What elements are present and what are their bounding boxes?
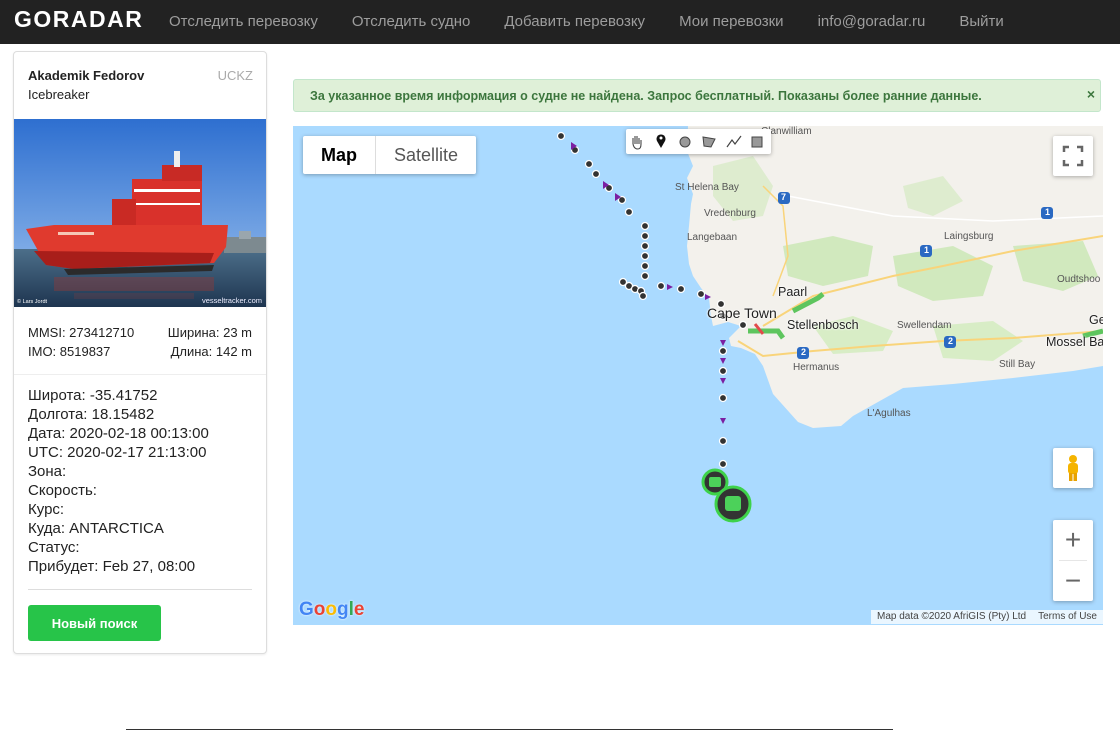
polygon-icon[interactable] — [702, 136, 716, 148]
zoom-out-button[interactable]: − — [1053, 561, 1093, 601]
eta: Прибудет: Feb 27, 08:00 — [28, 558, 196, 575]
label-oudtshoorn: Oudtshoo — [1057, 274, 1101, 285]
map-type-control: Map Satellite — [303, 136, 477, 174]
label-laingsburg: Laingsburg — [944, 231, 994, 242]
date-local: Дата: 2020-02-18 00:13:00 — [28, 425, 209, 442]
photo-source: vesseltracker.com — [201, 296, 262, 305]
date-utc: UTC: 2020-02-17 21:13:00 — [28, 444, 207, 461]
street-view-pegman[interactable] — [1053, 448, 1093, 488]
label-langebaan: Langebaan — [687, 232, 738, 243]
fullscreen-icon — [1062, 145, 1084, 167]
circle-icon[interactable] — [679, 136, 691, 148]
map-canvas — [556, 126, 1103, 523]
label-paarl: Paarl — [778, 285, 808, 299]
vessel-card: Akademik Fedorov UCKZ Icebreaker © Lars … — [13, 51, 267, 654]
label-hermanus: Hermanus — [793, 362, 840, 373]
map-type-map-button[interactable]: Map — [303, 136, 375, 174]
nav-track-shipment[interactable]: Отследить перевозку — [152, 0, 335, 44]
drawing-toolbar — [626, 129, 771, 154]
label-st-helena-bay: St Helena Bay — [675, 182, 739, 193]
nav-my-shipments[interactable]: Мои перевозки — [662, 0, 801, 44]
longitude: Долгота: 18.15482 — [28, 406, 155, 423]
label-vredenburg: Vredenburg — [704, 208, 756, 219]
mmsi-value: MMSI: 273412710 — [28, 325, 135, 340]
divider — [28, 589, 252, 590]
map-attribution: Map data ©2020 AfriGIS (Pty) Ltd Terms o… — [870, 610, 1103, 624]
destination: Куда: ANTARCTICA — [28, 520, 164, 537]
length-value: Длина: 142 m — [170, 344, 252, 359]
latitude: Широта: -35.41752 — [28, 387, 158, 404]
vessel-name: Akademik Fedorov — [28, 68, 145, 83]
label-cape-town: Cape Town — [707, 305, 777, 321]
imo-value: IMO: 8519837 — [28, 344, 111, 359]
top-navbar: GORADAR Отследить перевозку Отследить су… — [0, 0, 1120, 44]
vessel-callsign: UCKZ — [217, 68, 253, 83]
width-value: Ширина: 23 m — [167, 325, 252, 340]
map-data-credit: Map data ©2020 AfriGIS (Pty) Ltd — [876, 611, 1027, 622]
label-still-bay: Still Bay — [999, 359, 1036, 370]
map-type-satellite-button[interactable]: Satellite — [375, 136, 476, 174]
divider — [14, 374, 266, 375]
hand-icon[interactable] — [632, 136, 642, 150]
goradar-logo[interactable]: GORADAR — [14, 6, 143, 33]
label-george: Ge — [1089, 313, 1103, 327]
photo-credit: © Lars Jordt — [17, 299, 48, 305]
google-logo[interactable]: Google — [299, 599, 364, 621]
route-2-marker: 2 — [948, 336, 954, 346]
route-1-marker: 1 — [924, 245, 930, 255]
pegman-icon — [1068, 455, 1078, 481]
map-view[interactable]: Clanwilliam St Helena Bay Vredenburg Lan… — [293, 126, 1103, 625]
position-info: Широта: -35.41752 Долгота: 18.15482 Дата… — [28, 386, 209, 576]
label-stellenbosch: Stellenbosch — [787, 318, 859, 332]
new-search-button[interactable]: Новый поиск — [28, 605, 161, 641]
nav-logout[interactable]: Выйти — [942, 0, 1020, 44]
polyline-icon[interactable] — [726, 135, 742, 148]
fullscreen-button[interactable] — [1053, 136, 1093, 176]
rectangle-icon[interactable] — [751, 136, 763, 148]
zoom-control: + − — [1053, 520, 1093, 601]
terms-of-use-link[interactable]: Terms of Use — [1032, 610, 1103, 624]
nav-account-email[interactable]: info@goradar.ru — [801, 0, 943, 44]
nav-track-vessel[interactable]: Отследить судно — [335, 0, 488, 44]
nav-add-shipment[interactable]: Добавить перевозку — [487, 0, 662, 44]
alert-text: За указанное время информация о судне не… — [310, 89, 982, 103]
course: Курс: — [28, 501, 65, 518]
route-1-marker: 1 — [1045, 207, 1051, 217]
route-2-marker: 2 — [801, 347, 807, 357]
vessel-specs: MMSI: 273412710 Ширина: 23 m IMO: 851983… — [28, 323, 252, 361]
zone: Зона: — [28, 463, 67, 480]
route-7-marker: 7 — [781, 192, 787, 202]
label-mossel-bay: Mossel Ba — [1046, 335, 1103, 349]
marker-icon[interactable] — [656, 134, 666, 148]
close-icon[interactable]: × — [1087, 86, 1095, 102]
speed: Скорость: — [28, 482, 97, 499]
label-l-agulhas: L'Agulhas — [867, 408, 911, 419]
zoom-in-button[interactable]: + — [1053, 520, 1093, 560]
vessel-photo: © Lars Jordt vesseltracker.com — [14, 119, 266, 307]
vessel-type: Icebreaker — [28, 87, 90, 102]
label-swellendam: Swellendam — [897, 320, 952, 331]
info-alert: За указанное время информация о судне не… — [293, 79, 1101, 112]
main-nav: Отследить перевозку Отследить судно Доба… — [152, 0, 1021, 44]
status: Статус: — [28, 539, 80, 556]
